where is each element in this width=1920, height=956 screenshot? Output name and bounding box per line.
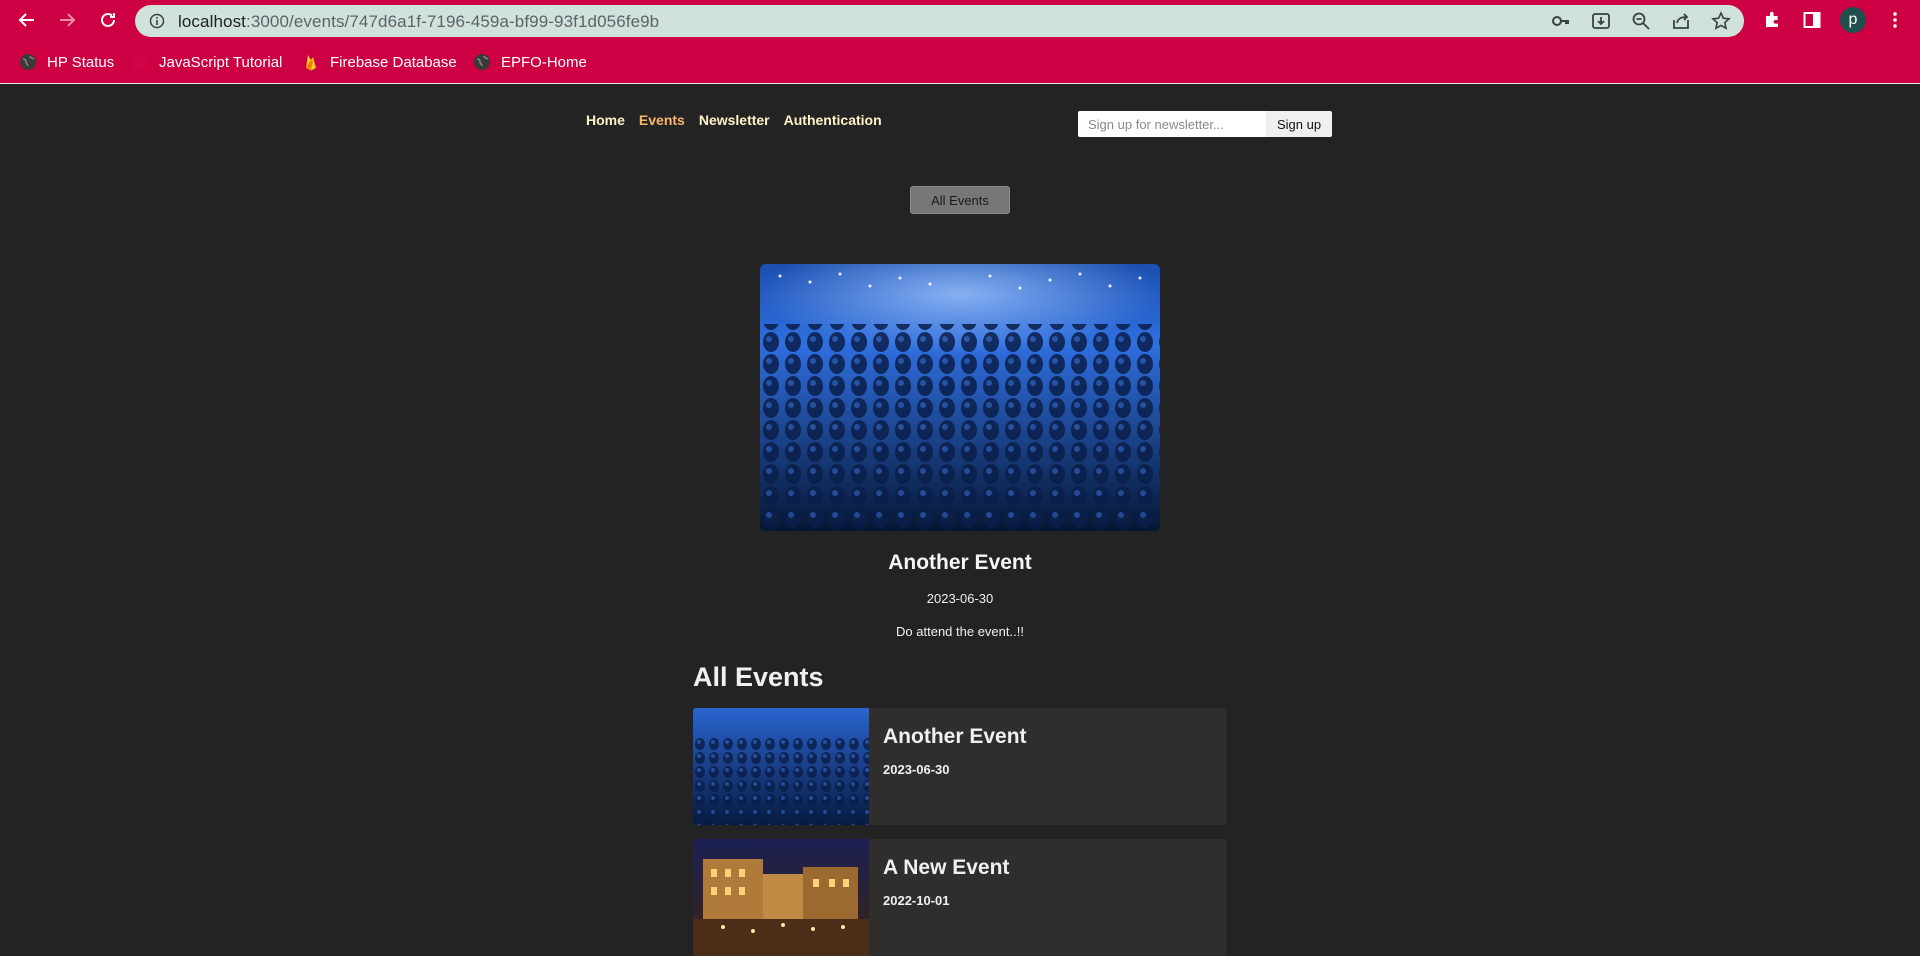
share-icon[interactable] bbox=[1671, 11, 1691, 31]
bookmark-javascript-tutorial[interactable]: JavaScript Tutorial bbox=[131, 51, 282, 73]
bookmark-label: EPFO-Home bbox=[501, 53, 587, 71]
url-host: localhost bbox=[178, 12, 246, 31]
event-card-date: 2022-10-01 bbox=[883, 893, 950, 908]
event-card-title: A New Event bbox=[883, 856, 1010, 879]
main-nav: Home Events Newsletter Authentication bbox=[586, 112, 882, 128]
back-icon[interactable] bbox=[15, 8, 39, 32]
nav-link-authentication[interactable]: Authentication bbox=[784, 112, 882, 128]
url-path: :3000/events/747d6a1f-7196-459a-bf99-93f… bbox=[246, 12, 660, 31]
profile-avatar[interactable]: p bbox=[1840, 7, 1866, 33]
extensions-icon[interactable] bbox=[1760, 8, 1784, 32]
event-card[interactable]: A New Event 2022-10-01 bbox=[693, 839, 1227, 956]
globe-icon bbox=[473, 53, 491, 71]
bookmark-firebase-database[interactable]: Firebase Database bbox=[302, 51, 457, 73]
events-list-heading: All Events bbox=[693, 662, 824, 692]
event-hero-image bbox=[760, 264, 1160, 531]
js-icon bbox=[131, 53, 149, 71]
bookmark-star-icon[interactable] bbox=[1711, 11, 1731, 31]
zoom-icon[interactable] bbox=[1631, 11, 1651, 31]
event-detail-description: Do attend the event..!! bbox=[896, 624, 1024, 639]
forward-icon[interactable] bbox=[55, 8, 79, 32]
key-icon[interactable] bbox=[1551, 11, 1571, 31]
event-card-date: 2023-06-30 bbox=[883, 762, 950, 777]
bookmark-label: Firebase Database bbox=[330, 53, 457, 71]
nav-link-home[interactable]: Home bbox=[586, 112, 625, 128]
address-bar[interactable]: localhost:3000/events/747d6a1f-7196-459a… bbox=[135, 5, 1744, 37]
event-card-title: Another Event bbox=[883, 725, 1027, 748]
bookmark-epfo-home[interactable]: EPFO-Home bbox=[473, 51, 587, 73]
event-detail-date: 2023-06-30 bbox=[926, 591, 994, 606]
side-panel-icon[interactable] bbox=[1800, 8, 1824, 32]
event-detail-title: Another Event bbox=[888, 551, 1032, 574]
site-info-icon[interactable] bbox=[149, 13, 165, 29]
event-thumbnail bbox=[693, 839, 869, 956]
reload-icon[interactable] bbox=[96, 8, 120, 32]
event-thumbnail bbox=[693, 708, 869, 825]
nav-link-newsletter[interactable]: Newsletter bbox=[699, 112, 770, 128]
globe-icon bbox=[19, 53, 37, 71]
nav-link-events[interactable]: Events bbox=[639, 112, 685, 128]
event-card[interactable]: Another Event 2023-06-30 bbox=[693, 708, 1227, 825]
bookmark-label: JavaScript Tutorial bbox=[159, 53, 283, 71]
menu-kebab-icon[interactable] bbox=[1883, 8, 1907, 32]
all-events-button[interactable]: All Events bbox=[910, 186, 1010, 214]
install-app-icon[interactable] bbox=[1591, 11, 1611, 31]
browser-toolbar: localhost:3000/events/747d6a1f-7196-459a… bbox=[0, 0, 1920, 41]
url-text[interactable]: localhost:3000/events/747d6a1f-7196-459a… bbox=[178, 12, 659, 32]
firebase-icon bbox=[302, 53, 320, 71]
newsletter-email-input[interactable] bbox=[1078, 111, 1266, 137]
bookmarks-bar: HP Status JavaScript Tutorial Firebase D… bbox=[0, 41, 1920, 84]
bookmark-label: HP Status bbox=[47, 53, 115, 71]
newsletter-signup-form: Sign up bbox=[1078, 111, 1333, 137]
bookmark-hp-status[interactable]: HP Status bbox=[19, 51, 114, 73]
newsletter-signup-button[interactable]: Sign up bbox=[1266, 111, 1332, 137]
